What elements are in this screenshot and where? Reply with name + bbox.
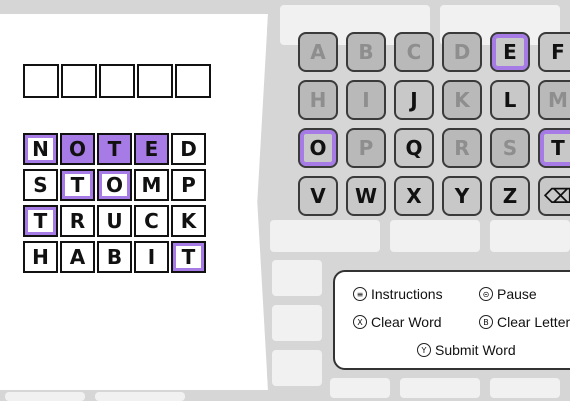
guess-letter: K [171,205,206,237]
key-q[interactable]: Q [394,128,434,168]
key-k[interactable]: K [442,80,482,120]
guess-letter: D [171,133,206,165]
key-z[interactable]: Z [490,176,530,216]
guess-grid: N O T E D S T O M P T R U C K H A B I T [23,133,206,277]
bg-tile [390,220,480,252]
controls-panel: ≡ Instructions ⊝ Pause X Clear Word B Cl… [333,270,570,370]
guess-letter: B [97,241,132,273]
pause-label: Pause [497,286,537,302]
y-button-icon: Y [417,343,431,357]
instructions-label: Instructions [371,286,443,302]
answer-slot [175,64,211,98]
key-p[interactable]: P [346,128,386,168]
guess-letter: S [23,169,58,201]
clear-letter-label: Clear Letter [497,314,570,330]
pause-control[interactable]: ⊝ Pause [479,286,537,302]
bg-tile [490,220,570,252]
key-y[interactable]: Y [442,176,482,216]
key-m[interactable]: M [538,80,570,120]
key-v[interactable]: V [298,176,338,216]
guess-row: N O T E D [23,133,206,165]
bg-tile [5,392,85,401]
key-r[interactable]: R [442,128,482,168]
b-button-icon: B [479,315,493,329]
key-d[interactable]: D [442,32,482,72]
key-w[interactable]: W [346,176,386,216]
guess-letter: T [171,241,206,273]
instructions-control[interactable]: ≡ Instructions [353,286,443,302]
answer-slot [99,64,135,98]
key-t[interactable]: T [538,128,570,168]
key-o[interactable]: O [298,128,338,168]
key-b[interactable]: B [346,32,386,72]
game-card: N O T E D S T O M P T R U C K H A B I T [0,14,268,390]
clear-letter-control[interactable]: B Clear Letter [479,314,570,330]
key-e[interactable]: E [490,32,530,72]
key-h[interactable]: H [298,80,338,120]
guess-letter: N [23,133,58,165]
guess-row: S T O M P [23,169,206,201]
guess-letter: T [60,169,95,201]
key-x[interactable]: X [394,176,434,216]
guess-letter: C [134,205,169,237]
guess-letter: E [134,133,169,165]
key-c[interactable]: C [394,32,434,72]
guess-row: H A B I T [23,241,206,273]
key-j[interactable]: J [394,80,434,120]
bg-tile [272,305,322,341]
guess-letter: H [23,241,58,273]
guess-letter: O [97,169,132,201]
guess-letter: R [60,205,95,237]
x-button-icon: X [353,315,367,329]
backspace-key[interactable]: ⌫ [538,176,570,216]
key-a[interactable]: A [298,32,338,72]
key-l[interactable]: L [490,80,530,120]
key-f[interactable]: F [538,32,570,72]
guess-letter: I [134,241,169,273]
guess-letter: A [60,241,95,273]
guess-letter: U [97,205,132,237]
answer-slot [137,64,173,98]
clear-word-label: Clear Word [371,314,442,330]
bg-tile [330,378,390,398]
bg-tile [400,378,480,398]
key-s[interactable]: S [490,128,530,168]
guess-letter: T [23,205,58,237]
guess-letter: O [60,133,95,165]
bg-tile [272,350,322,386]
bg-tile [95,392,185,401]
clear-word-control[interactable]: X Clear Word [353,314,442,330]
submit-word-control[interactable]: Y Submit Word [417,342,516,358]
pause-button-icon: ⊝ [479,287,493,301]
guess-letter: P [171,169,206,201]
answer-slot [23,64,59,98]
answer-slot [61,64,97,98]
bg-tile [490,378,560,398]
submit-word-label: Submit Word [435,342,516,358]
guess-row: T R U C K [23,205,206,237]
bg-tile [272,260,322,296]
guess-letter: M [134,169,169,201]
bg-tile [270,220,380,252]
answer-row [23,64,211,98]
guess-letter: T [97,133,132,165]
key-i[interactable]: I [346,80,386,120]
menu-button-icon: ≡ [353,287,367,301]
